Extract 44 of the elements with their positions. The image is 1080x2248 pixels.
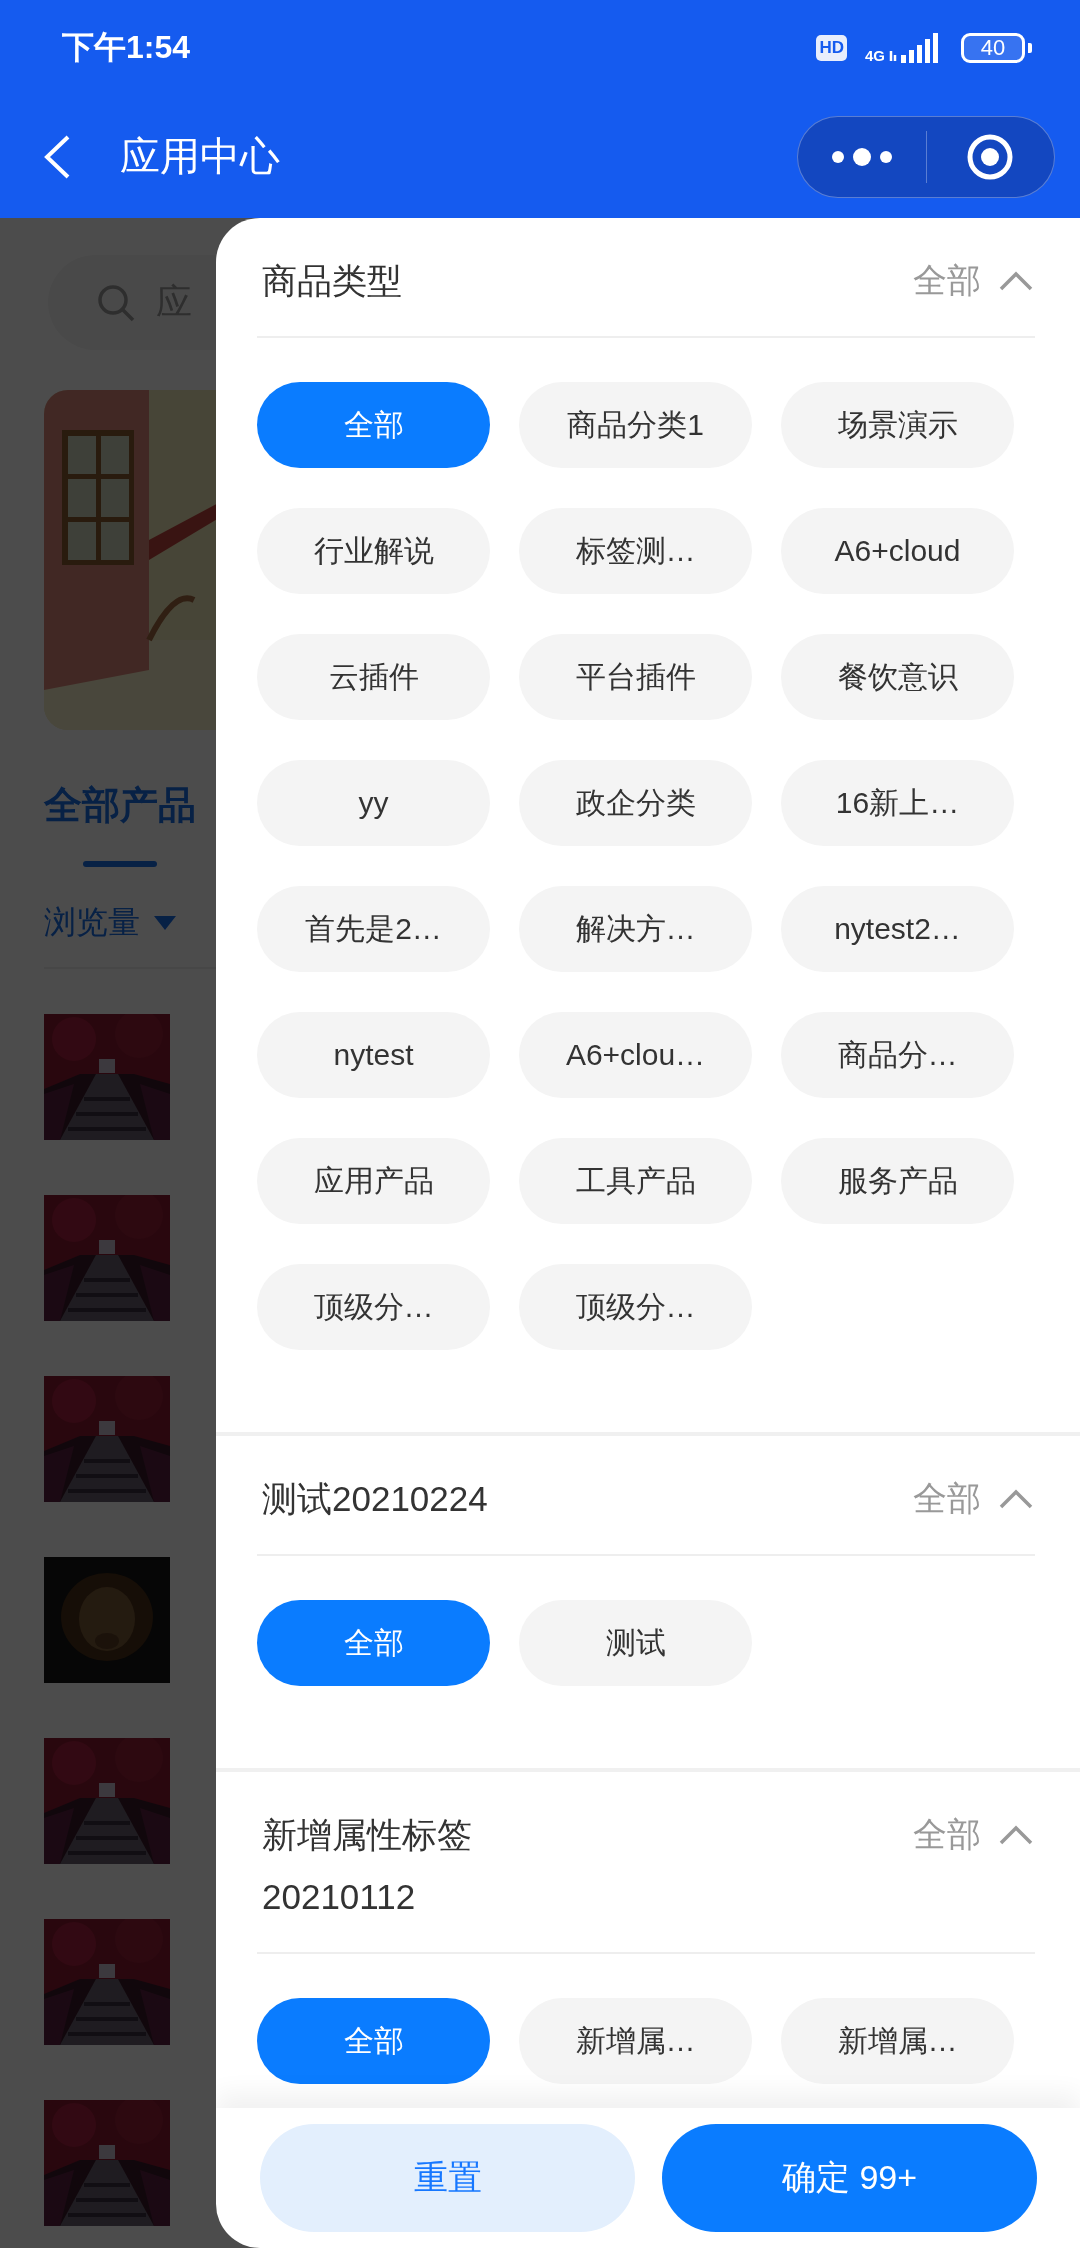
battery-level: 40	[961, 32, 1025, 63]
filter-chip[interactable]: 云插件	[257, 634, 490, 720]
filter-chip[interactable]: 顶级分…	[519, 1264, 752, 1350]
confirm-button[interactable]: 确定 99+	[662, 2124, 1037, 2232]
network-type: 4G	[865, 48, 885, 63]
filter-chip[interactable]: 商品分类1	[519, 382, 752, 468]
filter-chip[interactable]: 工具产品	[519, 1138, 752, 1224]
filter-chip[interactable]: yy	[257, 760, 490, 846]
filter-chip[interactable]: 16新上…	[781, 760, 1014, 846]
filter-chip[interactable]: nytest	[257, 1012, 490, 1098]
reset-button[interactable]: 重置	[260, 2124, 635, 2232]
chevron-up-icon[interactable]	[999, 271, 1033, 291]
section-title: 商品类型	[262, 260, 402, 302]
filter-chip[interactable]: 餐饮意识	[781, 634, 1014, 720]
filter-chip[interactable]: 场景演示	[781, 382, 1014, 468]
target-icon[interactable]	[966, 132, 1015, 181]
filter-chip[interactable]: 平台插件	[519, 634, 752, 720]
filter-chip[interactable]: 全部	[257, 382, 490, 468]
section-title: 测试20210224	[262, 1478, 488, 1520]
filter-chip[interactable]: 全部	[257, 1600, 490, 1686]
section-title: 新增属性标签20210112	[262, 1814, 473, 1918]
status-time: 下午1:54	[62, 27, 192, 67]
chevron-up-icon[interactable]	[999, 1489, 1033, 1509]
filter-chip[interactable]: A6+clou…	[519, 1012, 752, 1098]
filter-chip[interactable]: 服务产品	[781, 1138, 1014, 1224]
filter-chip[interactable]: 政企分类	[519, 760, 752, 846]
filter-chip[interactable]: 商品分…	[781, 1012, 1014, 1098]
filter-chip[interactable]: 应用产品	[257, 1138, 490, 1224]
filter-chip[interactable]: 首先是2…	[257, 886, 490, 972]
hd-badge: HD	[816, 34, 847, 61]
filter-chip[interactable]: 解决方…	[519, 886, 752, 972]
filter-chip[interactable]: 行业解说	[257, 508, 490, 594]
filter-chip[interactable]: A6+cloud	[781, 508, 1014, 594]
back-icon[interactable]	[42, 133, 72, 180]
filter-chip[interactable]: 新增属…	[519, 1998, 752, 2084]
more-icon[interactable]	[829, 146, 894, 167]
filter-chip[interactable]: 新增属…	[781, 1998, 1014, 2084]
filter-chip[interactable]: 测试	[519, 1600, 752, 1686]
filter-chip[interactable]: nytest2…	[781, 886, 1014, 972]
filter-chip[interactable]: 顶级分…	[257, 1264, 490, 1350]
filter-chip[interactable]: 全部	[257, 1998, 490, 2084]
chevron-up-icon[interactable]	[999, 1825, 1033, 1845]
page-title: 应用中心	[120, 133, 281, 180]
filter-chip[interactable]: 标签测…	[519, 508, 752, 594]
